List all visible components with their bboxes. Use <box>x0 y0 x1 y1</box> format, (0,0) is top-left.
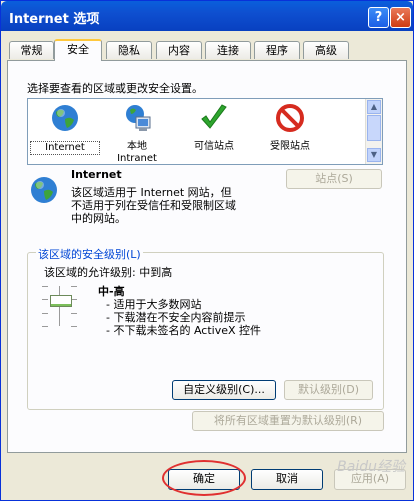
slider-tick <box>71 326 77 327</box>
security-level-group: 该区域的安全级别(L) 该区域的允许级别: 中到高 中-高 - 适用于大多数网站… <box>27 246 384 410</box>
slider-tick <box>42 286 48 287</box>
default-level-button[interactable]: 默认级别(D) <box>284 380 373 400</box>
tab-general[interactable]: 常规 <box>9 41 54 59</box>
scroll-up-icon[interactable]: ▲ <box>367 100 381 114</box>
window-title: Internet 选项 <box>9 12 100 27</box>
tab-content[interactable]: 内容 <box>156 41 202 59</box>
slider-tick <box>42 326 48 327</box>
green-check-icon <box>201 104 227 129</box>
slider-tick <box>42 313 48 314</box>
security-panel: 选择要查看的区域或更改安全设置。 Internet 本地 Intranet 可信… <box>7 60 407 453</box>
close-button[interactable]: × <box>390 7 411 28</box>
level-bullet: - 不下载未签名的 ActiveX 控件 <box>106 324 262 337</box>
custom-level-button[interactable]: 自定义级别(C)... <box>172 380 276 400</box>
zone-restricted-sites[interactable]: 受限站点 <box>255 103 325 153</box>
prohibited-icon <box>276 104 304 132</box>
zone-trusted-sites[interactable]: 可信站点 <box>179 103 249 153</box>
security-level-name: 中-高 <box>98 285 125 298</box>
tab-programs[interactable]: 程序 <box>254 41 300 59</box>
zone-label: Internet <box>30 141 100 155</box>
reset-all-zones-button[interactable]: 将所有区域重置为默认级别(R) <box>192 411 384 431</box>
selected-zone-description: 该区域适用于 Internet 网站，但 不适用于列在受信任和受限制区域 中的网… <box>71 186 236 225</box>
tab-security[interactable]: 安全 <box>54 39 102 61</box>
scroll-thumb[interactable] <box>367 115 381 141</box>
globe-icon <box>52 105 78 131</box>
allowed-level-text: 该区域的允许级别: 中到高 <box>44 266 173 279</box>
slider-tick <box>71 313 77 314</box>
zone-label: 受限站点 <box>270 141 310 152</box>
sites-button[interactable]: 站点(S) <box>286 169 382 189</box>
scroll-down-icon[interactable]: ▼ <box>367 148 381 162</box>
cancel-button[interactable]: 取消 <box>251 469 323 490</box>
tab-privacy[interactable]: 隐私 <box>106 41 152 59</box>
security-level-slider[interactable] <box>42 286 78 328</box>
selected-zone-name: Internet <box>71 168 122 181</box>
globe-icon <box>31 177 57 203</box>
ok-highlight-ring <box>162 460 246 496</box>
title-bar[interactable]: Internet 选项 ? × <box>1 1 413 31</box>
level-bullet: - 下载潜在不安全内容前提示 <box>106 311 246 324</box>
level-bullets: - 适用于大多数网站 - 下载潜在不安全内容前提示 - 不下载未签名的 Acti… <box>106 298 261 337</box>
zone-list: Internet 本地 Intranet 可信站点 受限站点 ▲ ▼ <box>27 98 383 165</box>
slider-thumb[interactable] <box>50 295 72 307</box>
tab-advanced[interactable]: 高级 <box>303 41 349 59</box>
computer-globe-icon <box>126 105 151 131</box>
zone-label: 本地 Intranet <box>117 141 157 164</box>
zone-instruction: 选择要查看的区域或更改安全设置。 <box>27 82 203 95</box>
zone-list-scrollbar[interactable]: ▲ ▼ <box>365 99 382 164</box>
zone-local-intranet[interactable]: 本地 Intranet <box>102 103 172 165</box>
zone-internet[interactable]: Internet <box>30 103 100 155</box>
security-level-title: 该区域的安全级别(L) <box>36 246 143 262</box>
slider-tick <box>71 286 77 287</box>
level-bullet: - 适用于大多数网站 <box>106 298 202 311</box>
tab-connections[interactable]: 连接 <box>205 41 251 59</box>
internet-options-dialog: Internet 选项 ? × 常规 安全 隐私 内容 连接 程序 高级 选择要… <box>0 0 414 501</box>
watermark: Baidu经验 <box>337 459 405 475</box>
zone-label: 可信站点 <box>194 141 234 152</box>
help-button[interactable]: ? <box>368 7 389 28</box>
slider-tick <box>42 299 48 300</box>
